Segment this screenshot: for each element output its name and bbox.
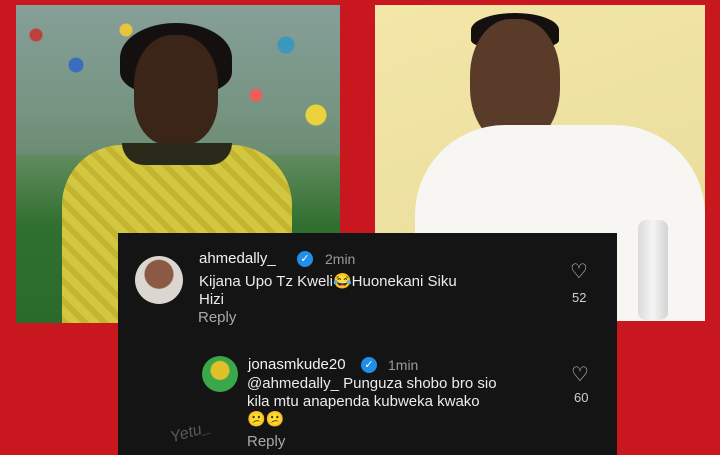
comment-text: @ahmedally_ Punguza shobo bro sio [247, 375, 497, 392]
reply-button[interactable]: Reply [198, 309, 236, 326]
comment-text-line2: Hizi [199, 291, 224, 308]
comment-text-part: Huonekani Siku [351, 273, 457, 290]
water-bottle [638, 220, 668, 320]
heart-icon[interactable]: ♡ [571, 365, 589, 385]
verified-badge-icon: ✓ [297, 251, 313, 267]
comment-time: 2min [325, 251, 356, 267]
like-count: 60 [574, 390, 589, 405]
comment-time: 1min [388, 357, 419, 373]
confused-emoji-icon: 😕😕 [247, 411, 285, 428]
comment-text: Kijana Upo Tz Kweli😂Huonekani Siku [199, 273, 457, 291]
comment-text-line2: kila mtu anapenda kubweka kwako [247, 393, 480, 410]
comment-username[interactable]: ahmedally_ [199, 250, 276, 267]
collar [122, 143, 232, 165]
avatar[interactable] [135, 256, 183, 304]
reply-button[interactable]: Reply [247, 433, 285, 450]
comment-text-part: Kijana Upo Tz Kweli [199, 273, 333, 290]
head [134, 35, 218, 145]
comment-username[interactable]: jonasmkude20 [248, 356, 346, 373]
avatar[interactable] [202, 356, 238, 392]
laughing-emoji-icon: 😂 [332, 273, 352, 290]
verified-badge-icon: ✓ [361, 357, 377, 373]
like-count: 52 [572, 290, 587, 305]
heart-icon[interactable]: ♡ [570, 262, 588, 282]
